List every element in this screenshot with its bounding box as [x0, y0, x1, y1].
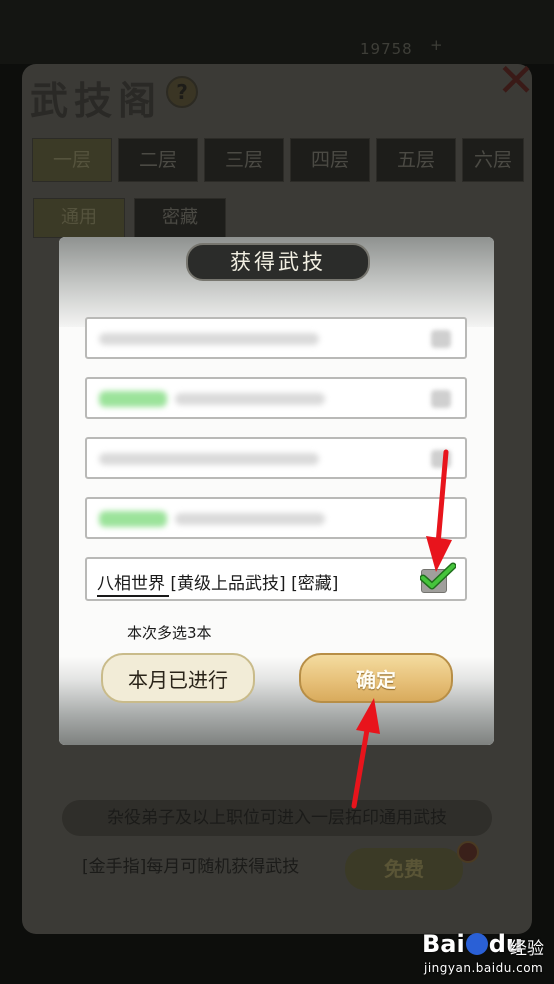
paw-icon	[465, 933, 488, 955]
skill-option-1[interactable]	[85, 317, 467, 359]
close-icon[interactable]: ✕	[494, 57, 538, 103]
tab-floor-3[interactable]: 三层	[204, 138, 284, 182]
resource-counter: 19758	[360, 40, 413, 58]
tab-floor-2[interactable]: 二层	[118, 138, 198, 182]
tab-floor-6[interactable]: 六层	[462, 138, 524, 182]
skill-option-4[interactable]	[85, 497, 467, 539]
skill-option-2[interactable]	[85, 377, 467, 419]
screen: 19758 + 武技阁 ? ✕ 一层 二层 三层 四层 五层 六层 通用 密藏 …	[0, 0, 554, 984]
tab-floor-1[interactable]: 一层	[32, 138, 112, 182]
redacted-text	[99, 333, 319, 345]
baidu-jingyan-watermark: Bai du 经验 jingyan.baidu.com	[422, 930, 546, 978]
skill-name: 八相世界	[97, 574, 165, 594]
watermark-url: jingyan.baidu.com	[424, 961, 544, 975]
checkbox[interactable]	[431, 450, 451, 468]
tab-floor-5[interactable]: 五层	[376, 138, 456, 182]
baidu-logo: Bai du	[422, 930, 523, 958]
skill-name-underline	[97, 595, 169, 597]
free-button[interactable]: 免费	[345, 848, 463, 890]
selection-hint: 本次多选3本	[127, 624, 212, 642]
skill-option-3[interactable]	[85, 437, 467, 479]
checkbox[interactable]	[431, 330, 451, 348]
skill-option-selected[interactable]: 八相世界 [黄级上品武技] [密藏]	[85, 557, 467, 601]
subtab-common[interactable]: 通用	[33, 198, 125, 238]
redacted-text	[175, 513, 325, 525]
page-title: 武技阁	[30, 78, 163, 123]
obtain-skill-dialog: 获得武技 八相世界 [黄级上品武技] [密藏] 本次多选3本 本月已进行 确定	[59, 237, 494, 745]
redacted-text	[175, 393, 325, 405]
tab-floor-4[interactable]: 四层	[290, 138, 370, 182]
redacted-text	[99, 453, 319, 465]
skill-label: 八相世界 [黄级上品武技] [密藏]	[97, 569, 338, 594]
subtab-secret[interactable]: 密藏	[134, 198, 226, 238]
watermark-text: 经验	[510, 939, 544, 959]
redacted-text	[99, 391, 167, 407]
already-done-button[interactable]: 本月已进行	[101, 653, 255, 703]
monthly-reward-text: [金手指]每月可随机获得武技	[82, 857, 300, 877]
notification-dot	[457, 841, 479, 863]
top-status-bar: 19758 +	[0, 0, 554, 64]
question-mark-icon[interactable]: ?	[166, 76, 198, 108]
redacted-text	[99, 511, 167, 527]
skill-grade: [黄级上品武技] [密藏]	[165, 574, 339, 594]
confirm-button[interactable]: 确定	[299, 653, 453, 703]
checkbox[interactable]	[431, 390, 451, 408]
add-resource-icon[interactable]: +	[430, 36, 444, 54]
dialog-title: 获得武技	[186, 243, 370, 281]
check-icon	[420, 562, 456, 590]
floor-access-notice: 杂役弟子及以上职位可进入一层拓印通用武技	[62, 800, 492, 836]
checkbox-checked[interactable]	[420, 562, 456, 593]
